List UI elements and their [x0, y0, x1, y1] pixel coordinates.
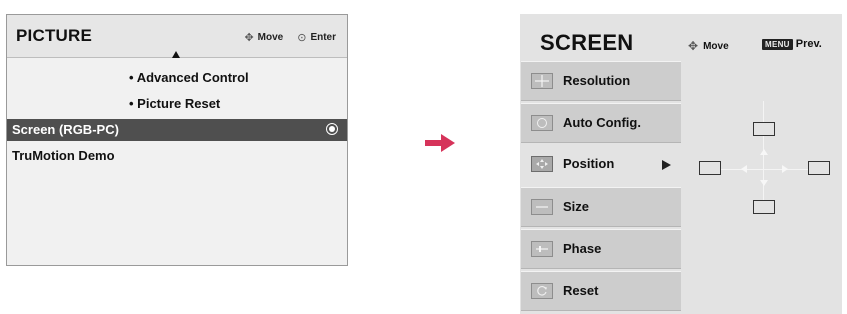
option-auto-config[interactable]: Auto Config.: [521, 103, 681, 143]
option-label: Auto Config.: [563, 115, 641, 130]
screen-options-list: Resolution Auto Config. Position Size Ph…: [521, 61, 681, 313]
hint-move-label: Move: [703, 40, 729, 52]
menu-item-picture-reset[interactable]: Picture Reset: [129, 96, 220, 111]
enter-icon: ⊙: [297, 32, 307, 44]
phase-icon: [531, 241, 553, 257]
option-position[interactable]: Position: [521, 145, 681, 185]
transition-arrow-icon: [425, 134, 455, 152]
picture-menu-hint: ✥ Move ⊙ Enter: [244, 31, 336, 44]
position-box-bottom: [753, 200, 775, 214]
option-resolution[interactable]: Resolution: [521, 61, 681, 101]
reset-icon: [531, 283, 553, 299]
move-right-arrow-icon[interactable]: [782, 165, 788, 173]
size-icon: [531, 199, 553, 215]
plus-icon: [531, 73, 553, 89]
menu-item-label: Screen (RGB-PC): [12, 122, 119, 137]
option-reset[interactable]: Reset: [521, 271, 681, 311]
move-up-arrow-icon[interactable]: [760, 149, 768, 155]
menu-item-advanced-control[interactable]: Advanced Control: [129, 70, 249, 85]
picture-menu: PICTURE ✥ Move ⊙ Enter Advanced Control …: [6, 14, 348, 266]
screen-menu-prev-hint: MENU Prev.: [762, 38, 822, 50]
menu-item-trumotion-demo[interactable]: TruMotion Demo: [12, 148, 115, 163]
option-label: Size: [563, 199, 590, 214]
move-down-arrow-icon[interactable]: [760, 180, 768, 186]
submenu-arrow-icon: [662, 160, 671, 170]
option-label: Reset: [563, 283, 599, 298]
move-icon: ✥: [688, 39, 699, 53]
position-box-left: [699, 161, 721, 175]
menu-key-icon: MENU: [762, 38, 793, 50]
option-label: Phase: [563, 241, 602, 256]
vertical-guide-line: [763, 101, 764, 213]
hint-enter-label: Enter: [310, 32, 336, 43]
selected-radio-icon: [326, 123, 338, 135]
hint-move-label: Move: [257, 32, 284, 43]
menu-item-screen-rgb-pc[interactable]: Screen (RGB-PC): [7, 119, 347, 141]
position-box-right: [808, 161, 830, 175]
option-label: Position: [563, 156, 615, 171]
picture-menu-title: PICTURE: [16, 26, 93, 45]
option-size[interactable]: Size: [521, 187, 681, 227]
auto-config-icon: [531, 115, 553, 131]
hint-prev-label: Prev.: [795, 38, 822, 50]
position-box-top: [753, 122, 775, 136]
move-left-arrow-icon[interactable]: [741, 165, 747, 173]
position-icon: [531, 156, 553, 172]
move-icon: ✥: [244, 32, 254, 44]
scroll-up-arrow-icon[interactable]: [172, 51, 180, 58]
picture-menu-header: PICTURE ✥ Move ⊙ Enter: [7, 15, 347, 58]
position-adjust-area: [681, 61, 842, 313]
screen-menu-title: SCREEN: [540, 30, 634, 55]
screen-menu-move-hint: ✥ Move: [688, 39, 729, 53]
screen-menu: SCREEN ✥ Move MENU Prev. Resolution Auto…: [520, 14, 842, 314]
option-label: Resolution: [563, 73, 631, 88]
option-phase[interactable]: Phase: [521, 229, 681, 269]
